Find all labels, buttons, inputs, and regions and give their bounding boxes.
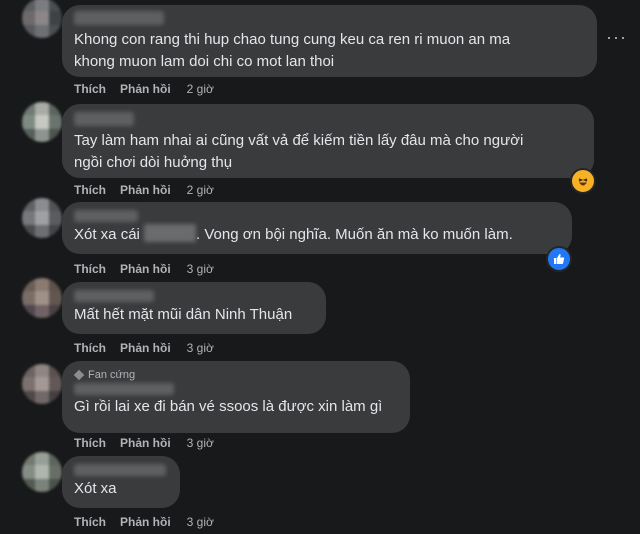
avatar[interactable] [22,198,62,238]
commenter-name-redacted[interactable] [74,11,164,25]
commenter-name-redacted[interactable] [74,464,166,476]
comment-bubble: Fan cứng Gì rồi lai xe đi bán vé ssoos l… [62,361,410,433]
comment-text-part: . Vong ơn bội nghĩa. Muốn ăn mà ko muốn … [196,226,513,243]
redacted-text [144,224,197,242]
comment-actions: Thích Phản hồi 3 giờ [74,341,214,355]
commenter-name-redacted[interactable] [74,210,138,222]
reply-button[interactable]: Phản hồi [120,262,171,276]
comment-time[interactable]: 3 giờ [187,341,214,355]
comment-text-line: Mất hết mặt mũi dân Ninh Thuận [74,306,293,323]
comment-time[interactable]: 3 giờ [187,436,214,450]
like-button[interactable]: Thích [74,183,106,197]
diamond-icon [73,369,85,381]
reply-button[interactable]: Phản hồi [120,183,171,197]
reply-button[interactable]: Phản hồi [120,82,171,96]
comment-text-part: Xót xa cái [74,226,140,243]
fan-badge: Fan cứng [73,369,398,381]
comment-actions: Thích Phản hồi 3 giờ [74,436,214,450]
like-button[interactable]: Thích [74,436,106,450]
more-options-icon[interactable]: ··· [606,28,626,50]
avatar[interactable] [22,364,62,404]
avatar[interactable] [22,0,62,38]
comment-actions: Thích Phản hồi 3 giờ [74,515,214,529]
like-button[interactable]: Thích [74,82,106,96]
comment-text-line: khong muon lam doi chi co mot lan thoi [74,53,335,70]
reply-button[interactable]: Phản hồi [120,341,171,355]
commenter-name-redacted[interactable] [74,290,154,302]
comment-time[interactable]: 2 giờ [187,183,214,197]
comment-actions: Thích Phản hồi 3 giờ [74,262,214,276]
comment-text-line: ngồi chơi dòi huởng thụ [74,154,233,171]
comment-text-line: Khong con rang thi hup chao tung cung ke… [74,31,511,48]
fan-badge-label: Fan cứng [88,369,136,381]
commenter-name-redacted[interactable] [74,112,134,126]
reply-button[interactable]: Phản hồi [120,436,171,450]
comment-bubble: Khong con rang thi hup chao tung cung ke… [62,5,597,77]
haha-icon[interactable] [570,168,596,194]
comment-text-line: Xót xa [74,480,117,497]
comment-bubble: Mất hết mặt mũi dân Ninh Thuận [62,282,326,334]
comment-bubble: Tay làm ham nhai ai cũng vất vả để kiếm … [62,104,594,178]
like-button[interactable]: Thích [74,515,106,529]
comment-time[interactable]: 3 giờ [187,262,214,276]
like-icon[interactable] [546,246,572,272]
reply-button[interactable]: Phản hồi [120,515,171,529]
comment-bubble: Xót xa cái . Vong ơn bội nghĩa. Muốn ăn … [62,202,572,254]
comment-text-line: Gì rồi lai xe đi bán vé ssoos là được xi… [74,398,383,415]
like-button[interactable]: Thích [74,262,106,276]
comment-time[interactable]: 3 giờ [187,515,214,529]
comment-bubble: Xót xa [62,456,180,508]
comment-actions: Thích Phản hồi 2 giờ [74,183,214,197]
comment-time[interactable]: 2 giờ [187,82,214,96]
commenter-name-redacted[interactable] [74,383,174,395]
like-button[interactable]: Thích [74,341,106,355]
comment-text-line: Tay làm ham nhai ai cũng vất vả để kiếm … [74,132,524,149]
comment-actions: Thích Phản hồi 2 giờ [74,82,214,96]
avatar[interactable] [22,102,62,142]
avatar[interactable] [22,452,62,492]
comment-text: Xót xa cái . Vong ơn bội nghĩa. Muốn ăn … [74,224,560,246]
avatar[interactable] [22,278,62,318]
